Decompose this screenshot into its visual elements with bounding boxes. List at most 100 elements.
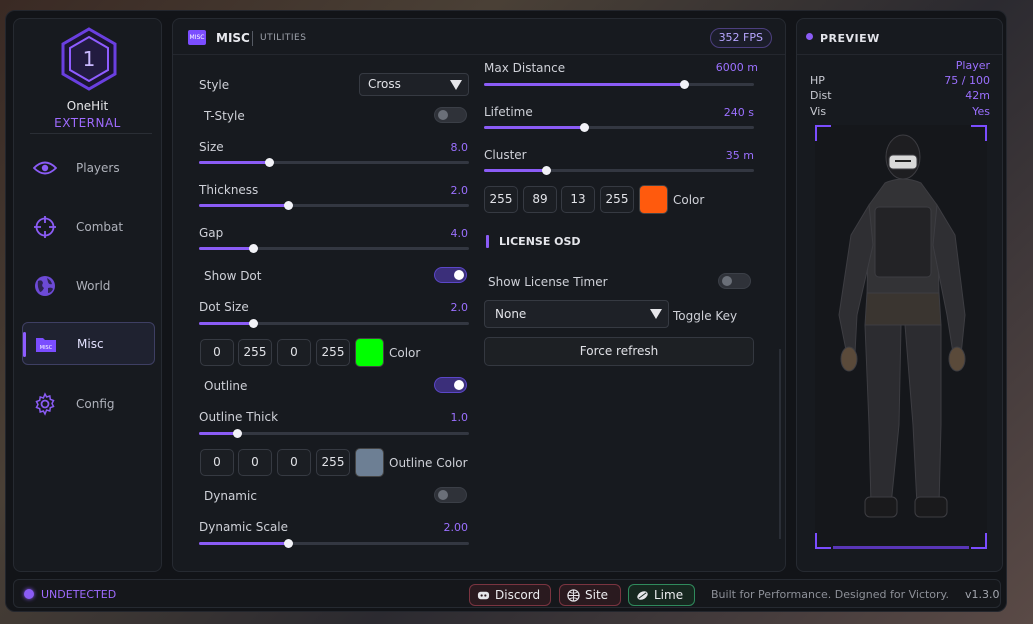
show-license-timer-toggle[interactable] [718, 273, 751, 289]
slider-handle[interactable] [265, 158, 275, 167]
size-slider[interactable] [199, 158, 469, 167]
outline-thick-slider[interactable] [199, 429, 469, 438]
sidebar-item-label: Misc [77, 336, 104, 351]
esp-corner [971, 533, 987, 549]
size-value: 8.0 [450, 141, 469, 154]
slider-fill [199, 161, 270, 164]
misc-folder-icon: MISC [31, 329, 61, 359]
slider-fill [199, 432, 237, 435]
show-dot-label: Show Dot [204, 269, 262, 283]
t-style-toggle[interactable] [434, 107, 467, 123]
slider-handle[interactable] [542, 166, 552, 175]
status-indicator [24, 589, 34, 599]
gap-value: 4.0 [450, 227, 469, 240]
esp-corner [815, 533, 831, 549]
slider-fill [199, 322, 253, 325]
sidebar-item-label: Players [76, 160, 120, 175]
outline-thick-value: 1.0 [450, 411, 469, 424]
outline-color-label: Outline Color [389, 456, 468, 470]
gap-slider[interactable] [199, 244, 469, 253]
dot-color-r-input[interactable]: 0 [200, 339, 234, 366]
style-label: Style [199, 78, 230, 92]
outline-color-g-input[interactable]: 0 [238, 449, 272, 476]
slider-handle[interactable] [679, 80, 689, 89]
slider-handle[interactable] [232, 429, 242, 438]
world-color-g-input[interactable]: 89 [523, 186, 557, 213]
toggle-knob [454, 270, 464, 280]
thickness-value: 2.0 [450, 184, 469, 197]
dynamic-label: Dynamic [204, 489, 257, 503]
cluster-label: Cluster [484, 148, 527, 162]
dot-color-swatch[interactable] [355, 338, 384, 367]
sidebar-item-label: Combat [76, 219, 124, 234]
outline-label: Outline [204, 379, 248, 393]
dot-color-g-input[interactable]: 255 [238, 339, 272, 366]
dynamic-scale-value: 2.00 [443, 521, 469, 534]
slider-fill [199, 204, 289, 207]
toggle-key-select[interactable]: None [484, 300, 669, 328]
show-dot-toggle[interactable] [434, 267, 467, 283]
world-color-r-input[interactable]: 255 [484, 186, 518, 213]
slider-handle[interactable] [579, 123, 589, 132]
cluster-value: 35 m [725, 149, 754, 162]
discord-icon [477, 591, 490, 600]
outline-color-b-input[interactable]: 0 [277, 449, 311, 476]
preview-panel: PREVIEW Player HP 75 / 100 Dist 42m Vis … [796, 18, 1003, 572]
stat-hp-label: HP [810, 74, 825, 87]
esp-corner [971, 125, 987, 141]
slider-handle[interactable] [284, 539, 294, 548]
sidebar-item-misc[interactable]: MISC Misc [22, 322, 155, 365]
sidebar-item-combat[interactable]: Combat [22, 205, 155, 248]
dot-size-slider[interactable] [199, 319, 469, 328]
sidebar-item-world[interactable]: World [22, 264, 155, 307]
dot-color-b-input[interactable]: 0 [277, 339, 311, 366]
slider-handle[interactable] [249, 319, 258, 328]
world-color-b-input[interactable]: 13 [561, 186, 595, 213]
lifetime-value: 240 s [723, 106, 754, 119]
dynamic-toggle[interactable] [434, 487, 467, 503]
chevron-down-icon [450, 80, 462, 90]
outline-color-r-input[interactable]: 0 [200, 449, 234, 476]
toggle-knob [438, 110, 448, 120]
toggle-knob [722, 276, 732, 286]
crosshair-icon [30, 212, 60, 242]
dot-color-a-input[interactable]: 255 [316, 339, 350, 366]
svg-text:MISC: MISC [40, 345, 53, 351]
thickness-label: Thickness [199, 183, 259, 197]
dot-size-value: 2.0 [450, 301, 469, 314]
preview-divider [797, 54, 1002, 55]
world-color-swatch[interactable] [639, 185, 668, 214]
lime-button[interactable]: Lime [628, 584, 695, 606]
outline-toggle[interactable] [434, 377, 467, 393]
cluster-slider[interactable] [484, 166, 754, 175]
style-select[interactable]: Cross [359, 73, 469, 96]
stat-dist-value: 42m [965, 89, 990, 102]
slider-handle[interactable] [249, 244, 258, 253]
dot-color-label: Color [389, 346, 421, 360]
t-style-label: T-Style [204, 109, 245, 123]
outline-color-a-input[interactable]: 255 [316, 449, 350, 476]
stat-vis-value: Yes [972, 105, 990, 118]
discord-button[interactable]: Discord [469, 584, 551, 606]
lime-label: Lime [654, 588, 684, 602]
site-button[interactable]: Site [559, 584, 621, 606]
style-select-value: Cross [368, 77, 401, 91]
max-distance-slider[interactable] [484, 80, 754, 89]
dynamic-scale-slider[interactable] [199, 539, 469, 548]
thickness-slider[interactable] [199, 201, 469, 210]
slider-handle[interactable] [284, 201, 294, 210]
logo-digit: 1 [83, 47, 96, 71]
stat-hp-value: 75 / 100 [944, 74, 990, 87]
sidebar-item-config[interactable]: Config [22, 382, 155, 425]
outline-color-swatch[interactable] [355, 448, 384, 477]
world-color-a-input[interactable]: 255 [600, 186, 634, 213]
lifetime-slider[interactable] [484, 123, 754, 132]
sidebar-item-players[interactable]: Players [22, 146, 155, 189]
version-label: v1.3.0 [965, 588, 1000, 601]
scrollbar[interactable] [779, 349, 781, 539]
gap-label: Gap [199, 226, 224, 240]
lime-leaf-icon [637, 591, 648, 600]
player-figure-icon [838, 134, 966, 518]
slider-fill [484, 83, 684, 86]
force-refresh-button[interactable]: Force refresh [484, 337, 754, 366]
